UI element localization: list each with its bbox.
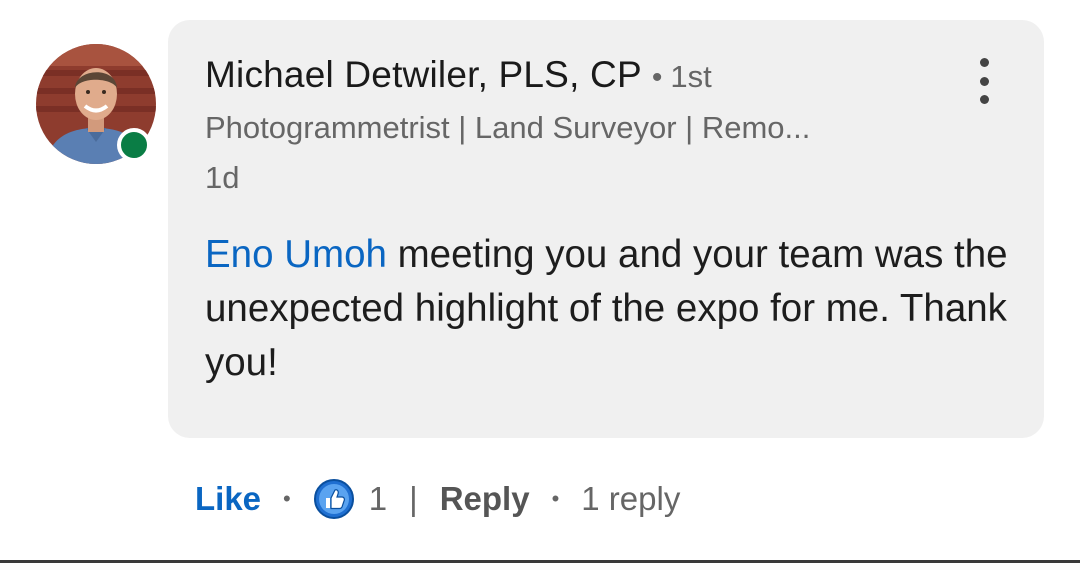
separator-dot: • [651,61,663,94]
comment-timestamp: 1d [205,160,240,195]
connection-degree: 1st [670,59,712,94]
author-headline: Photogrammetrist | Land Surveyor | Remo.… [205,110,811,145]
reply-button[interactable]: Reply [440,480,530,518]
action-divider: | [409,480,418,517]
comment-text: Eno Umoh meeting you and your team was t… [205,228,1015,390]
vertical-ellipsis-icon [979,58,989,67]
mention-link[interactable]: Eno Umoh [205,233,387,276]
thumbs-up-icon[interactable] [313,478,355,520]
reaction-count[interactable]: 1 [369,480,387,518]
author-name[interactable]: Michael Detwiler, PLS, CP [205,54,642,96]
more-options-button[interactable] [966,58,1002,104]
comment-actions: Like • 1 | Reply • 1 reply [195,478,680,520]
reply-count-link[interactable]: 1 reply [581,480,680,518]
online-status-indicator [117,128,151,162]
like-button[interactable]: Like [195,480,261,518]
action-separator-dot: • [551,486,560,511]
action-separator-dot: • [283,486,291,511]
author-line: Michael Detwiler, PLS, CP • 1st [205,54,712,96]
